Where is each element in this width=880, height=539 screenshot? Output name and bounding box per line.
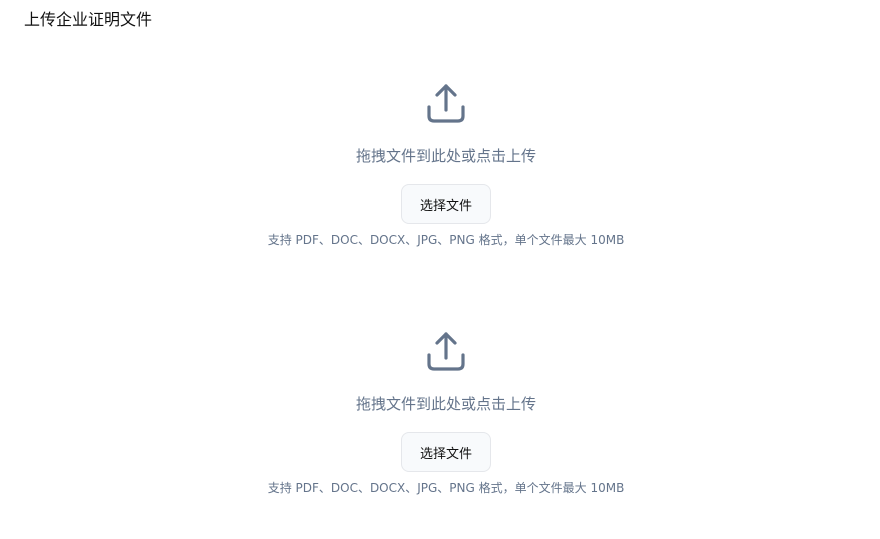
drag-drop-text: 拖拽文件到此处或点击上传 (355, 395, 536, 413)
select-file-button[interactable]: 选择文件 (401, 432, 491, 472)
upload-icon (424, 330, 468, 374)
upload-icon (424, 82, 468, 126)
drag-drop-text: 拖拽文件到此处或点击上传 (355, 147, 536, 165)
file-format-hint: 支持 PDF、DOC、DOCX、JPG、PNG 格式，单个文件最大 10MB (267, 233, 625, 247)
upload-dropzone-2[interactable]: 拖拽文件到此处或点击上传 选择文件 支持 PDF、DOC、DOCX、JPG、PN… (206, 330, 686, 495)
upload-dropzone-1[interactable]: 拖拽文件到此处或点击上传 选择文件 支持 PDF、DOC、DOCX、JPG、PN… (206, 82, 686, 247)
page-title: 上传企业证明文件 (24, 10, 153, 29)
file-format-hint: 支持 PDF、DOC、DOCX、JPG、PNG 格式，单个文件最大 10MB (267, 481, 625, 495)
select-file-button[interactable]: 选择文件 (401, 184, 491, 224)
